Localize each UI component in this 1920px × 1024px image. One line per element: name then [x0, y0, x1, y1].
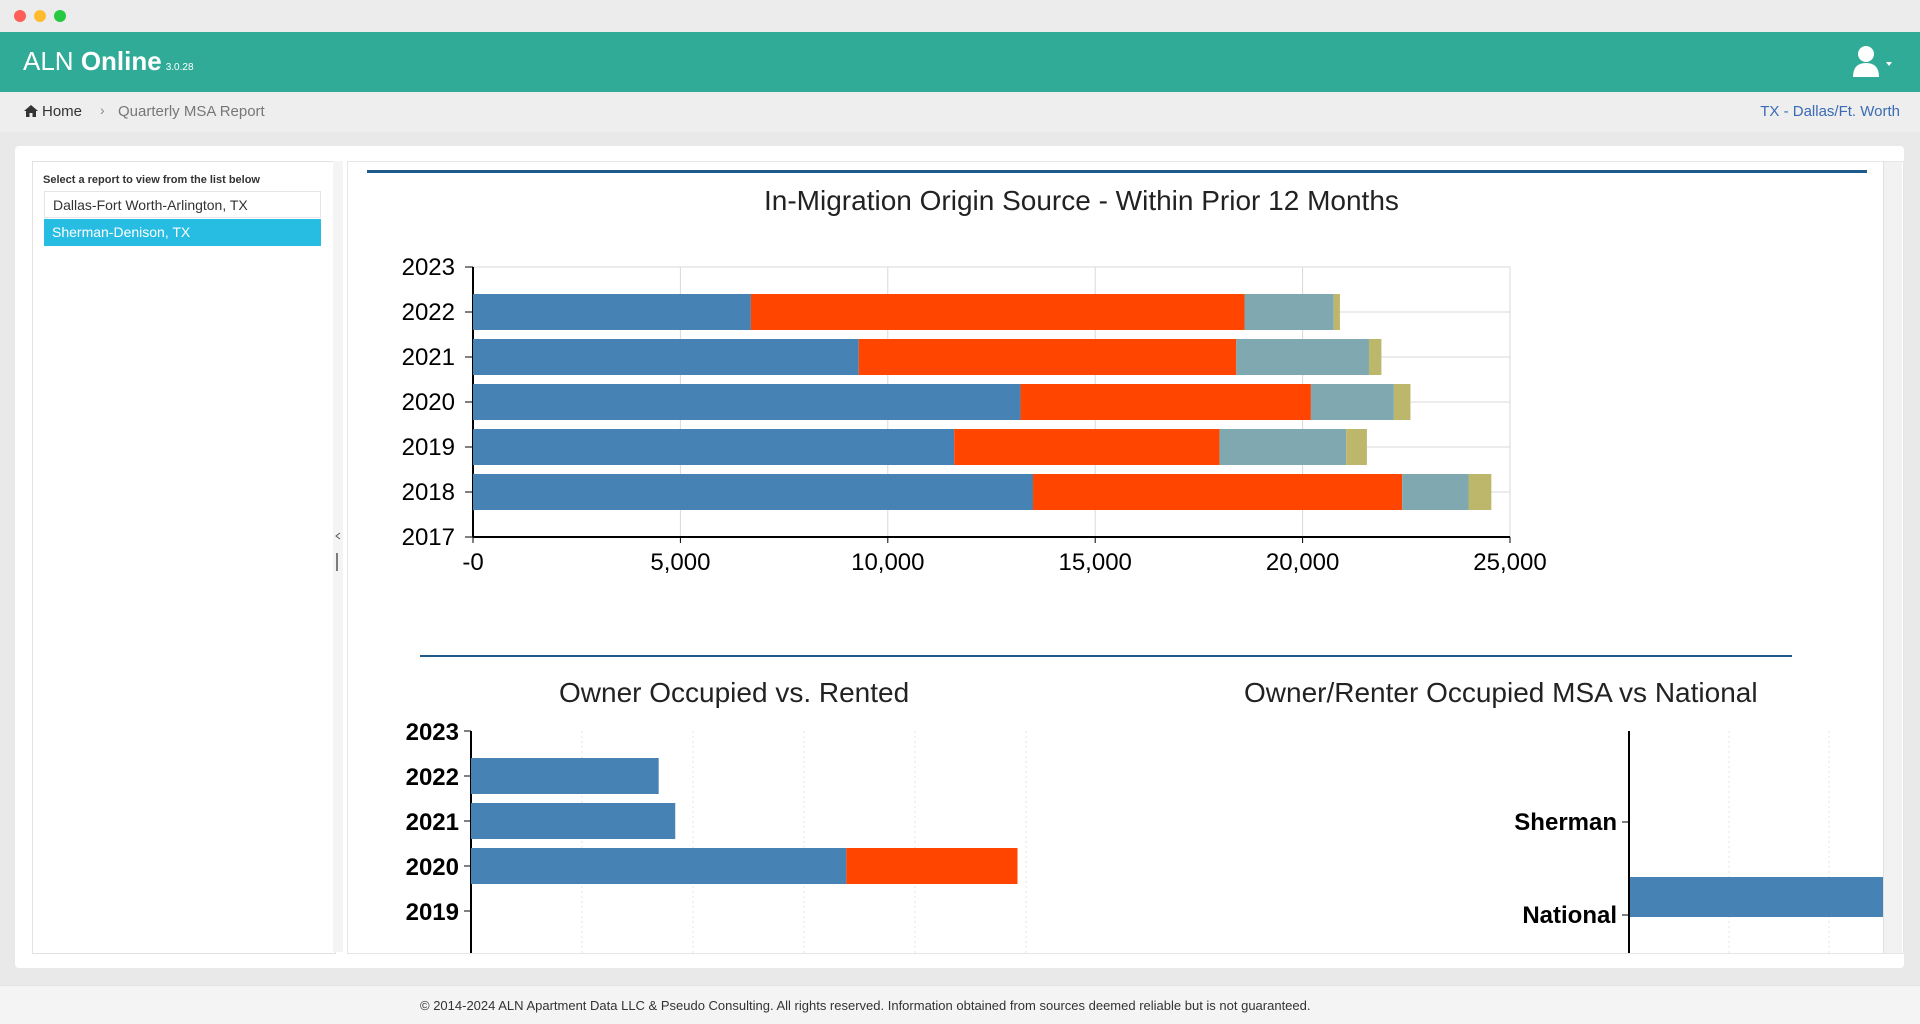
- panel-resize-handle[interactable]: [333, 161, 343, 952]
- home-icon: [24, 105, 38, 117]
- app-version: 3.0.28: [165, 62, 194, 73]
- owner-rented-chart: 2023 2022 2021 2020 2019: [406, 722, 1027, 953]
- close-window-icon[interactable]: [14, 10, 26, 22]
- y-tick-label: 2021: [406, 809, 459, 836]
- bar-segment: [1236, 339, 1369, 375]
- bar-segment: [1020, 384, 1311, 420]
- bar-segment: [846, 848, 1018, 884]
- x-tick-label: -0: [462, 549, 483, 576]
- bar-segment: [1629, 877, 1884, 917]
- y-tick-label: National: [1522, 902, 1617, 929]
- breadcrumb-home-label: Home: [42, 103, 83, 120]
- y-tick-label: 2020: [402, 389, 455, 416]
- breadcrumb: Home › Quarterly MSA Report TX - Dallas/…: [0, 92, 1920, 132]
- owner-chart-title: Owner Occupied vs. Rented: [559, 677, 910, 708]
- bar-segment: [473, 339, 859, 375]
- y-tick-label: 2017: [402, 524, 455, 551]
- migration-chart: -0 5,000 10,000 15,000 20,000 25,000 2023 2022 2…: [402, 254, 1547, 576]
- y-tick-label: 2019: [402, 434, 455, 461]
- y-tick-label: 2018: [402, 479, 455, 506]
- footer-copyright: © 2014-2024 ALN Apartment Data LLC & Pse…: [420, 998, 1311, 1013]
- y-tick-label: 2021: [402, 344, 455, 371]
- report-content: In-Migration Origin Source - Within Prio…: [348, 162, 1884, 953]
- bar-segment: [1468, 474, 1492, 510]
- caret-down-icon: [1886, 62, 1892, 66]
- bar-segment: [1346, 429, 1367, 465]
- x-tick-label: 25,000: [1473, 549, 1546, 576]
- y-tick-label: 2020: [406, 854, 459, 881]
- report-scrollbar[interactable]: [1883, 162, 1902, 953]
- bar-segment: [473, 474, 1033, 510]
- page-footer: © 2014-2024 ALN Apartment Data LLC & Pse…: [0, 985, 1920, 1024]
- report-top-divider: [367, 170, 1867, 173]
- report-list-panel: Select a report to view from the list be…: [32, 161, 336, 954]
- y-tick-label: 2022: [406, 764, 459, 791]
- minimize-window-icon[interactable]: [34, 10, 46, 22]
- resize-grip-icon: [335, 532, 341, 571]
- brand-logo[interactable]: ALN Online 3.0.28: [23, 46, 194, 77]
- y-tick-label: 2022: [402, 299, 455, 326]
- y-tick-label: 2023: [402, 254, 455, 281]
- migration-chart-title: In-Migration Origin Source - Within Prio…: [764, 185, 1399, 216]
- bar-segment: [1333, 294, 1340, 330]
- bar-segment: [1032, 474, 1403, 510]
- content-card: Select a report to view from the list be…: [15, 146, 1904, 968]
- report-list-heading: Select a report to view from the list be…: [43, 174, 260, 186]
- user-icon: [1853, 46, 1892, 77]
- msa-vs-national-chart: Sherman National: [1514, 731, 1884, 953]
- bar-segment: [1393, 384, 1411, 420]
- bar-segment: [1310, 384, 1394, 420]
- report-list-item-active[interactable]: Sherman-Denison, TX: [44, 219, 321, 246]
- bar-segment: [473, 384, 1021, 420]
- breadcrumb-current: Quarterly MSA Report: [118, 103, 265, 120]
- section-divider: [420, 655, 1792, 657]
- bar-segment: [471, 848, 847, 884]
- brand-bold: Online: [80, 46, 162, 76]
- x-tick-label: 5,000: [650, 549, 710, 576]
- report-list-item[interactable]: Dallas-Fort Worth-Arlington, TX: [44, 191, 321, 218]
- top-navbar: ALN Online 3.0.28: [0, 32, 1920, 92]
- window-titlebar: [0, 0, 1920, 32]
- breadcrumb-home[interactable]: Home: [24, 103, 82, 120]
- chevron-right-icon: ›: [100, 102, 105, 118]
- report-viewer: In-Migration Origin Source - Within Prio…: [347, 161, 1904, 954]
- bar-segment: [1402, 474, 1469, 510]
- y-tick-label: 2023: [406, 722, 459, 746]
- x-tick-label: 10,000: [851, 549, 924, 576]
- bar-segment: [471, 803, 676, 839]
- brand-light: ALN: [23, 46, 74, 76]
- bar-segment: [473, 294, 751, 330]
- bar-segment: [750, 294, 1245, 330]
- y-tick-label: Sherman: [1514, 809, 1617, 836]
- bar-segment: [858, 339, 1237, 375]
- user-menu[interactable]: [1852, 45, 1896, 79]
- market-link[interactable]: TX - Dallas/Ft. Worth: [1760, 103, 1900, 120]
- bar-segment: [471, 758, 659, 794]
- bar-segment: [954, 429, 1220, 465]
- x-tick-label: 15,000: [1058, 549, 1131, 576]
- maximize-window-icon[interactable]: [54, 10, 66, 22]
- bar-segment: [473, 429, 955, 465]
- y-tick-label: 2019: [406, 899, 459, 926]
- national-chart-title: Owner/Renter Occupied MSA vs National: [1244, 677, 1758, 708]
- bar-segment: [1219, 429, 1347, 465]
- bar-segment: [1368, 339, 1382, 375]
- x-tick-label: 20,000: [1266, 549, 1339, 576]
- bar-segment: [1244, 294, 1334, 330]
